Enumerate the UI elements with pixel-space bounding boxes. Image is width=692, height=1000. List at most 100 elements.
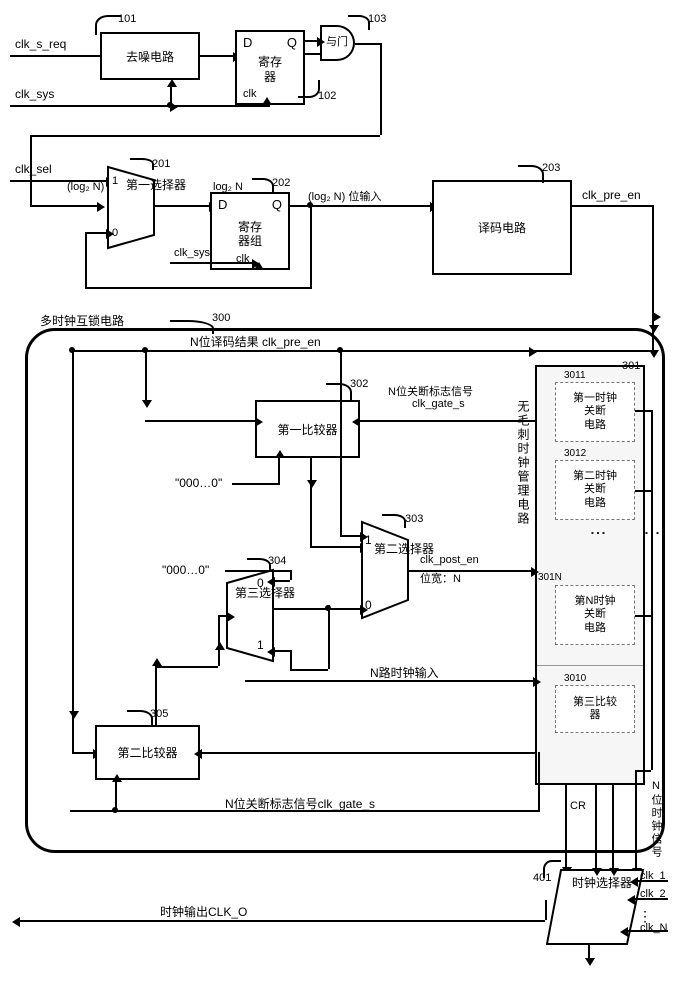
signal-label: 位宽：N xyxy=(420,570,461,586)
signal-label: clk_sys xyxy=(15,87,54,101)
port-label: D xyxy=(243,35,252,50)
ref-label: 303 xyxy=(405,513,423,525)
wire xyxy=(30,135,380,137)
ref-label: 3010 xyxy=(564,673,586,684)
wire xyxy=(565,785,567,867)
signal-label: clk_pre_en xyxy=(582,188,641,202)
wire xyxy=(115,782,117,810)
ref-label: 300 xyxy=(212,312,230,324)
wire xyxy=(310,546,360,548)
block-3011: 第一时钟 关断 电路 xyxy=(555,382,635,442)
wire-junction xyxy=(325,605,331,611)
wire xyxy=(218,650,220,666)
block-label: 与门 xyxy=(326,33,348,49)
wire xyxy=(525,350,529,352)
block-101: 去噪电路 xyxy=(100,32,200,80)
ref-curve xyxy=(543,860,561,878)
wire xyxy=(30,205,97,207)
wire-junction xyxy=(337,347,343,353)
ellipsis: ⋮ xyxy=(588,525,607,541)
divider xyxy=(537,665,643,666)
ref-curve xyxy=(326,383,352,401)
wire xyxy=(538,752,540,812)
circuit-diagram: clk_s_req 去噪电路 101 clk_sys D Q 寄存 器 clk … xyxy=(10,10,682,990)
wire xyxy=(651,410,653,770)
wire xyxy=(10,105,170,107)
wire xyxy=(360,420,535,422)
port-label: Q xyxy=(287,35,297,50)
wire xyxy=(20,920,545,922)
wire xyxy=(290,570,292,580)
ref-label: 3012 xyxy=(564,448,586,459)
wire xyxy=(72,350,74,752)
wire xyxy=(290,669,328,671)
wire xyxy=(200,55,233,57)
wire xyxy=(652,315,654,325)
wire xyxy=(340,535,360,537)
block-3012: 第二时钟 关断 电路 xyxy=(555,460,635,520)
block-label: 第二选择器 xyxy=(374,543,390,556)
ref-label: 301N xyxy=(538,572,562,583)
wire xyxy=(588,944,590,958)
wire xyxy=(72,752,93,754)
wire xyxy=(154,205,209,207)
ref-curve xyxy=(170,320,214,334)
clk-triangle xyxy=(262,97,272,105)
block-301N: 第N时钟 关断 电路 xyxy=(555,585,635,645)
ref-label: 203 xyxy=(542,162,560,174)
wire xyxy=(545,900,547,920)
block-label: 去噪电路 xyxy=(126,48,174,65)
block-label: 多时钟互锁电路 xyxy=(40,312,124,329)
ref-curve xyxy=(252,178,274,194)
block-label: 第一比较器 xyxy=(277,421,337,438)
wire xyxy=(170,87,172,105)
wire xyxy=(652,205,654,315)
wire xyxy=(145,350,147,400)
block-202: D Q 寄存 器组 clk xyxy=(210,192,290,270)
wire xyxy=(10,55,100,57)
wire xyxy=(170,105,268,107)
wire xyxy=(85,232,87,287)
wire xyxy=(225,570,290,572)
block-203: 译码电路 xyxy=(432,180,572,275)
wire xyxy=(310,458,312,480)
signal-label: clk_s_req xyxy=(15,37,66,51)
wire xyxy=(340,350,342,535)
signal-label: N位译码结果 clk_pre_en xyxy=(190,333,321,350)
ref-label: 301 xyxy=(622,360,640,372)
mux-label: 1 xyxy=(257,638,264,652)
wire xyxy=(218,615,220,650)
wire xyxy=(145,420,255,422)
wire xyxy=(652,328,654,350)
wire xyxy=(155,666,157,725)
wire xyxy=(72,710,74,711)
wire xyxy=(635,770,637,868)
block-305: 第二比较器 xyxy=(95,725,200,780)
wire xyxy=(70,810,538,812)
signal-label: clk_gate_s xyxy=(412,398,465,410)
wire xyxy=(305,40,317,42)
block-3010: 第三比较 器 xyxy=(555,685,635,733)
wire xyxy=(305,53,320,55)
block-label: 第一选择器 xyxy=(123,179,143,192)
wire xyxy=(232,483,280,485)
wire xyxy=(595,785,597,868)
port-label: Q xyxy=(272,197,282,212)
ref-curve xyxy=(127,710,153,727)
const-label: "000…0" xyxy=(175,476,222,490)
wire xyxy=(70,350,652,352)
const-label: "000…0" xyxy=(162,563,209,577)
block-label: 第二比较器 xyxy=(117,744,177,761)
wire xyxy=(572,205,652,207)
ref-curve xyxy=(382,514,406,528)
signal-label: 时钟输出CLK_O xyxy=(160,903,247,920)
ref-curve xyxy=(130,158,154,170)
wire-junction xyxy=(112,807,118,813)
ref-curve xyxy=(298,80,320,98)
wire xyxy=(273,608,360,610)
wire xyxy=(275,580,290,582)
port-label: clk xyxy=(243,88,256,100)
wire xyxy=(380,43,382,135)
ref-curve xyxy=(348,15,370,30)
label: (log₂ N) 位输入 xyxy=(308,188,381,204)
